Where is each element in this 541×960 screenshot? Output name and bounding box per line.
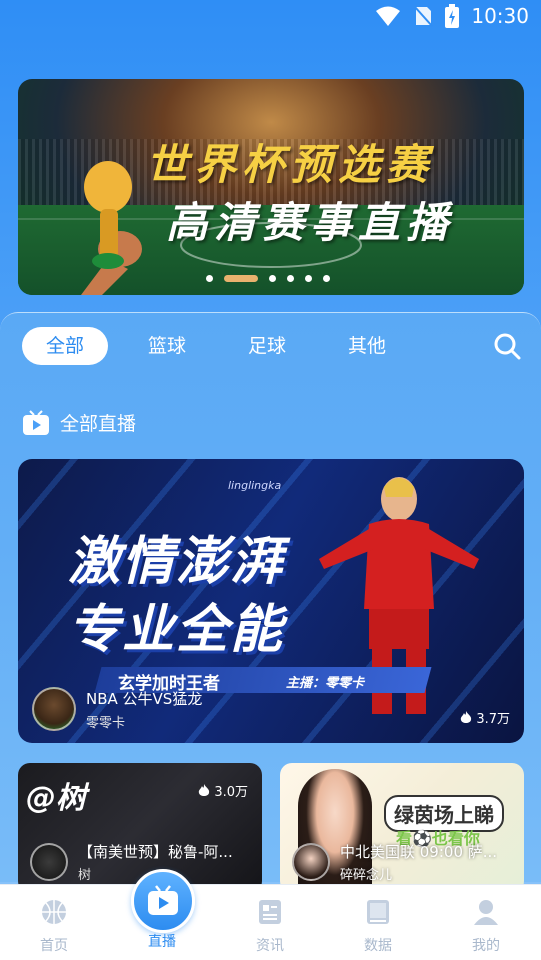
- live-card[interactable]: 绿茵场上睇 看⚽也看你 中北美国联 09:00 萨... 碎碎念儿: [280, 763, 524, 893]
- status-time: 10:30: [471, 4, 529, 28]
- cover-headline-1: 激情澎湃: [68, 532, 285, 592]
- heat-value: 3.0万: [214, 785, 248, 800]
- nav-news[interactable]: 资讯: [216, 885, 324, 960]
- nav-label: 我的: [472, 938, 500, 954]
- live-card[interactable]: @树 3.0万 【南美世预】秘鲁-阿... 树: [18, 763, 262, 893]
- trophy-icon: [81, 161, 142, 295]
- heat-count: 3.7万: [460, 708, 510, 727]
- cover-brand: linglingka: [228, 479, 282, 492]
- category-tabs: 全部 篮球 足球 其他: [22, 327, 522, 365]
- bottom-nav: 首页 直播 资讯 数据 我的: [0, 884, 541, 960]
- streamer-name: 碎碎念儿: [340, 868, 393, 883]
- carousel-dot[interactable]: [323, 275, 330, 282]
- nav-profile[interactable]: 我的: [432, 885, 540, 960]
- tab-football[interactable]: 足球: [226, 327, 308, 365]
- flame-icon: [461, 710, 472, 723]
- cover-headline-2: 专业全能: [68, 600, 285, 660]
- search-icon[interactable]: [492, 331, 522, 361]
- basketball-icon: [42, 900, 66, 924]
- news-icon: [259, 900, 281, 924]
- avatar[interactable]: [32, 687, 76, 731]
- tab-basketball[interactable]: 篮球: [126, 327, 208, 365]
- live-title: 中北美国联 09:00 萨...: [340, 843, 498, 861]
- carousel-dot[interactable]: [269, 275, 276, 282]
- no-signal-icon: [414, 6, 434, 27]
- live-tab-bubble[interactable]: [131, 869, 195, 933]
- nav-label: 首页: [40, 938, 68, 954]
- wifi-icon: [376, 6, 401, 26]
- book-icon: [367, 900, 389, 924]
- status-bar: 10:30: [0, 0, 541, 36]
- cover-strip-host: 主播：零零卡: [286, 676, 365, 691]
- banner-title-line1: 世界杯预选赛: [146, 140, 435, 189]
- flame-icon: [199, 783, 210, 796]
- battery-icon: [445, 4, 460, 28]
- banner-title-line2: 高清赛事直播: [166, 198, 455, 247]
- nav-label: 数据: [364, 938, 392, 954]
- nav-label: 直播: [148, 934, 176, 950]
- avatar[interactable]: [292, 843, 330, 881]
- nav-data[interactable]: 数据: [324, 885, 432, 960]
- live-title: 【南美世预】秘鲁-阿...: [78, 843, 233, 861]
- carousel-dot-active[interactable]: [224, 275, 258, 282]
- card-info: 中北美国联 09:00 萨... 碎碎念儿: [292, 841, 517, 883]
- heat-value: 3.7万: [476, 712, 510, 727]
- live-title: NBA 公牛VS猛龙: [86, 689, 203, 708]
- carousel-indicator: [206, 275, 330, 282]
- user-icon: [474, 900, 498, 925]
- tv-icon: [148, 885, 178, 915]
- tab-other[interactable]: 其他: [326, 327, 408, 365]
- card-info: NBA 公牛VS猛龙 零零卡: [32, 687, 202, 731]
- heat-count: 3.0万: [198, 781, 248, 800]
- cover-text: @树: [26, 781, 86, 816]
- carousel-dot[interactable]: [287, 275, 294, 282]
- streamer-name: 零零卡: [86, 715, 126, 731]
- section-header: 全部直播: [22, 409, 136, 436]
- banner-carousel[interactable]: 世界杯预选赛 高清赛事直播: [18, 79, 524, 295]
- carousel-dot[interactable]: [206, 275, 213, 282]
- tv-icon: [23, 409, 49, 435]
- tab-all[interactable]: 全部: [22, 327, 108, 365]
- live-panel: 全部 篮球 足球 其他 全部直播 linglingka 激情澎湃 专业全能 玄学…: [0, 312, 541, 893]
- section-title: 全部直播: [60, 413, 137, 435]
- carousel-dot[interactable]: [305, 275, 312, 282]
- featured-live-card[interactable]: linglingka 激情澎湃 专业全能 玄学加时王者 主播：零零卡 NBA 公…: [18, 459, 524, 743]
- avatar[interactable]: [30, 843, 68, 881]
- nav-label: 资讯: [256, 938, 284, 954]
- nav-home[interactable]: 首页: [0, 885, 108, 960]
